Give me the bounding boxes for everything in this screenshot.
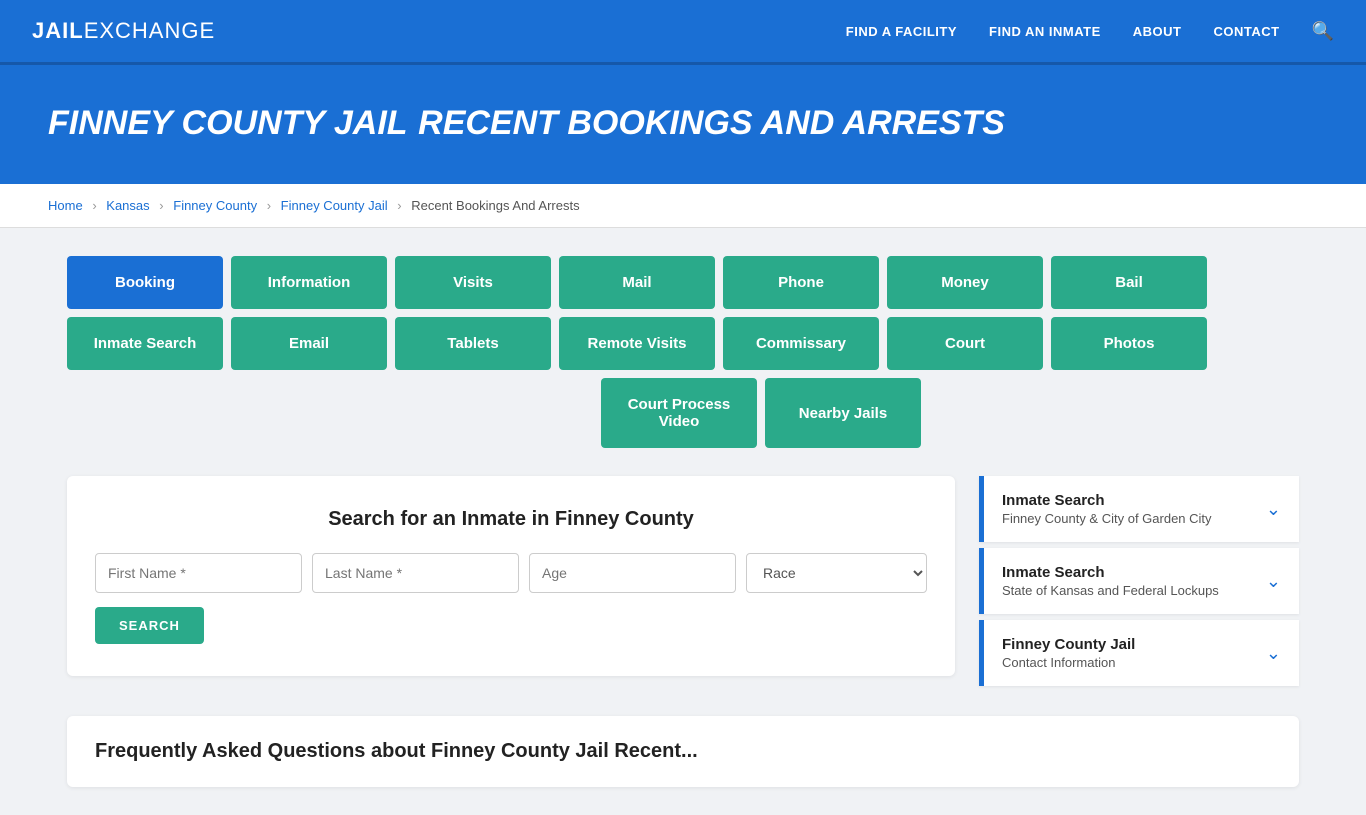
sidebar-item-subtitle-3: Contact Information bbox=[1002, 655, 1135, 670]
sidebar-item-subtitle-1: Finney County & City of Garden City bbox=[1002, 511, 1212, 526]
breadcrumb-current: Recent Bookings And Arrests bbox=[411, 198, 579, 213]
sidebar-item-title-3: Finney County Jail bbox=[1002, 636, 1135, 653]
last-name-input[interactable] bbox=[312, 553, 519, 593]
sidebar-item-title-2: Inmate Search bbox=[1002, 564, 1219, 581]
first-name-input[interactable] bbox=[95, 553, 302, 593]
phone-btn[interactable]: Phone bbox=[723, 256, 879, 309]
sidebar-item-subtitle-2: State of Kansas and Federal Lockups bbox=[1002, 583, 1219, 598]
sidebar-item-inmate-search-kansas[interactable]: Inmate Search State of Kansas and Federa… bbox=[979, 548, 1299, 614]
find-inmate-link[interactable]: FIND AN INMATE bbox=[989, 24, 1101, 39]
bail-btn[interactable]: Bail bbox=[1051, 256, 1207, 309]
two-column-layout: Search for an Inmate in Finney County Ra… bbox=[67, 476, 1299, 692]
logo[interactable]: JAILEXCHANGE bbox=[32, 18, 215, 44]
breadcrumb-finney-jail[interactable]: Finney County Jail bbox=[281, 198, 388, 213]
inmate-search-btn[interactable]: Inmate Search bbox=[67, 317, 223, 370]
search-icon[interactable]: 🔍 bbox=[1312, 21, 1334, 42]
information-btn[interactable]: Information bbox=[231, 256, 387, 309]
breadcrumb-kansas[interactable]: Kansas bbox=[106, 198, 149, 213]
sidebar-item-inmate-search-finney[interactable]: Inmate Search Finney County & City of Ga… bbox=[979, 476, 1299, 542]
age-input[interactable] bbox=[529, 553, 736, 593]
chevron-down-icon-3: ⌄ bbox=[1266, 643, 1281, 664]
logo-exchange: EXCHANGE bbox=[84, 18, 215, 43]
search-title: Search for an Inmate in Finney County bbox=[95, 508, 927, 531]
nav-buttons-row3: Court Process Video Nearby Jails bbox=[223, 378, 1299, 448]
mail-btn[interactable]: Mail bbox=[559, 256, 715, 309]
page-title: Finney County Jail RECENT BOOKINGS AND A… bbox=[48, 101, 1318, 144]
hero-section: Finney County Jail RECENT BOOKINGS AND A… bbox=[0, 65, 1366, 184]
search-button[interactable]: SEARCH bbox=[95, 607, 204, 644]
money-btn[interactable]: Money bbox=[887, 256, 1043, 309]
search-fields: Race White Black Hispanic Asian Other bbox=[95, 553, 927, 593]
nav-links: FIND A FACILITY FIND AN INMATE ABOUT CON… bbox=[846, 21, 1334, 42]
race-select[interactable]: Race White Black Hispanic Asian Other bbox=[746, 553, 927, 593]
chevron-down-icon-1: ⌄ bbox=[1266, 499, 1281, 520]
chevron-down-icon-2: ⌄ bbox=[1266, 571, 1281, 592]
find-facility-link[interactable]: FIND A FACILITY bbox=[846, 24, 957, 39]
contact-link[interactable]: CONTACT bbox=[1213, 24, 1279, 39]
sidebar-item-contact-info[interactable]: Finney County Jail Contact Information ⌄ bbox=[979, 620, 1299, 686]
nav-buttons-row1: Booking Information Visits Mail Phone Mo… bbox=[67, 256, 1299, 309]
hero-title-main: Finney County Jail bbox=[48, 104, 408, 142]
bottom-title: Frequently Asked Questions about Finney … bbox=[95, 740, 1271, 763]
bottom-section: Frequently Asked Questions about Finney … bbox=[67, 716, 1299, 787]
about-link[interactable]: ABOUT bbox=[1133, 24, 1182, 39]
logo-jail: JAIL bbox=[32, 18, 84, 43]
tablets-btn[interactable]: Tablets bbox=[395, 317, 551, 370]
search-box: Search for an Inmate in Finney County Ra… bbox=[67, 476, 955, 676]
sidebar-item-title-1: Inmate Search bbox=[1002, 492, 1212, 509]
breadcrumb-home[interactable]: Home bbox=[48, 198, 83, 213]
main-nav: JAILEXCHANGE FIND A FACILITY FIND AN INM… bbox=[0, 0, 1366, 65]
court-process-video-btn[interactable]: Court Process Video bbox=[601, 378, 757, 448]
photos-btn[interactable]: Photos bbox=[1051, 317, 1207, 370]
commissary-btn[interactable]: Commissary bbox=[723, 317, 879, 370]
nearby-jails-btn[interactable]: Nearby Jails bbox=[765, 378, 921, 448]
court-btn[interactable]: Court bbox=[887, 317, 1043, 370]
main-content: Booking Information Visits Mail Phone Mo… bbox=[43, 228, 1323, 815]
email-btn[interactable]: Email bbox=[231, 317, 387, 370]
remote-visits-btn[interactable]: Remote Visits bbox=[559, 317, 715, 370]
visits-btn[interactable]: Visits bbox=[395, 256, 551, 309]
nav-buttons-row2: Inmate Search Email Tablets Remote Visit… bbox=[67, 317, 1299, 370]
booking-btn[interactable]: Booking bbox=[67, 256, 223, 309]
breadcrumb-finney-county[interactable]: Finney County bbox=[173, 198, 257, 213]
hero-title-italic: RECENT BOOKINGS AND ARRESTS bbox=[418, 104, 1005, 142]
breadcrumb: Home › Kansas › Finney County › Finney C… bbox=[0, 184, 1366, 228]
nav-buttons-section: Booking Information Visits Mail Phone Mo… bbox=[67, 256, 1299, 448]
sidebar: Inmate Search Finney County & City of Ga… bbox=[979, 476, 1299, 692]
